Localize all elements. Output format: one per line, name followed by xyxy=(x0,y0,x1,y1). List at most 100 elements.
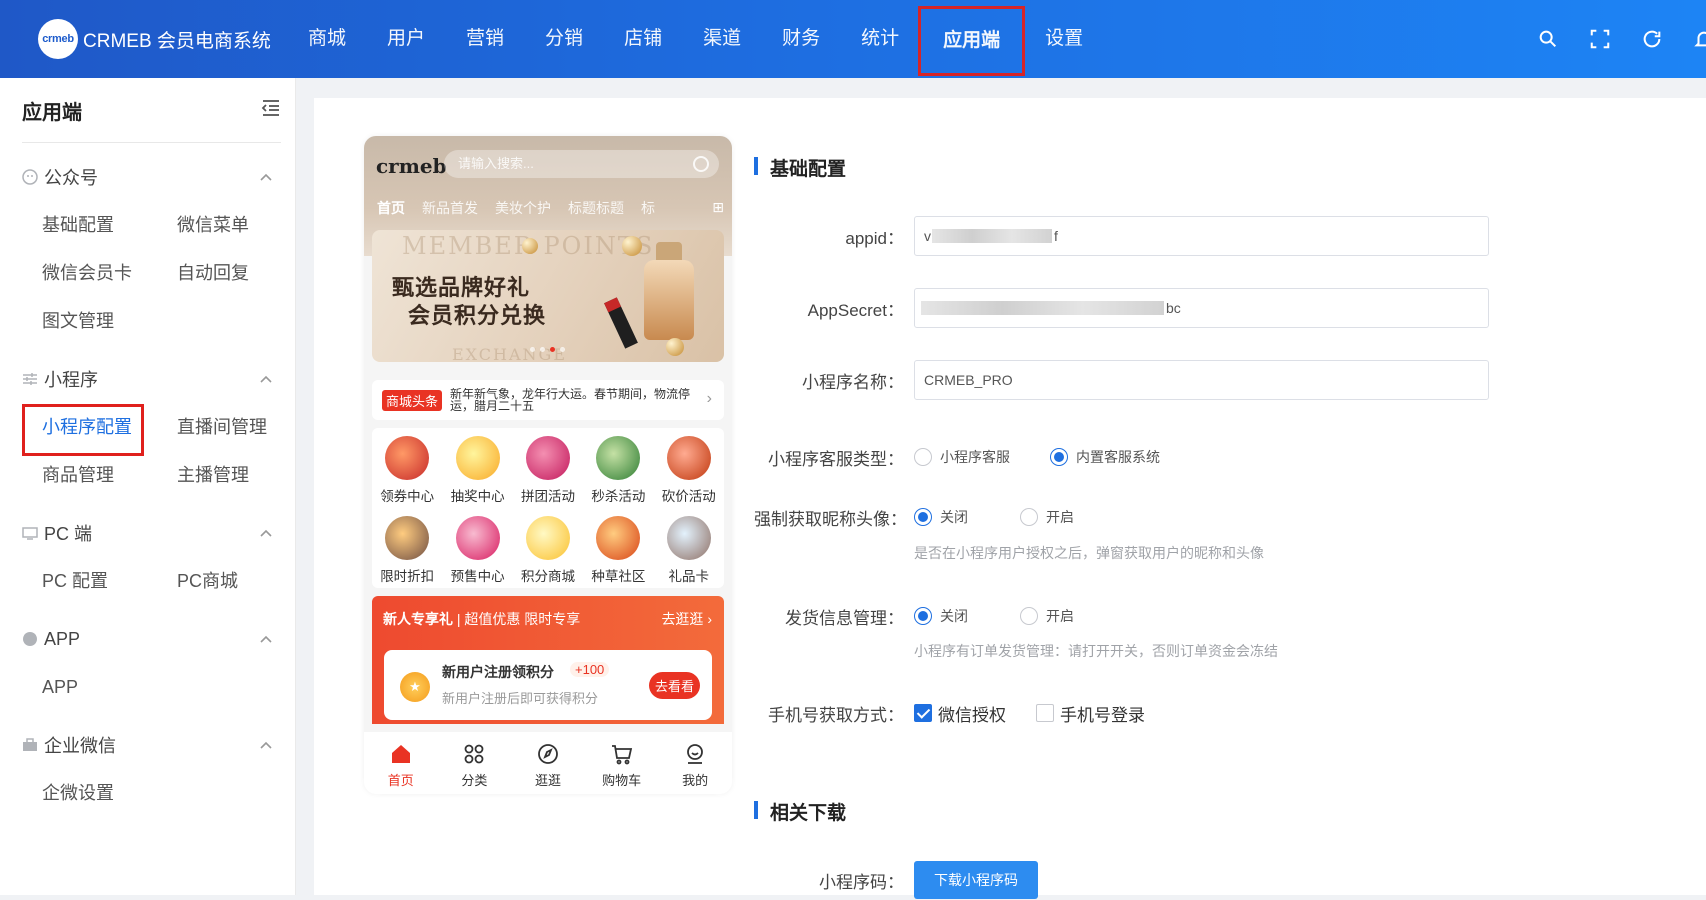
chevron-right-icon: › xyxy=(706,390,712,407)
sidebar-item-member-card[interactable]: 微信会员卡 xyxy=(42,249,177,297)
nav-shop[interactable]: 商城 xyxy=(308,0,346,78)
logo-badge: crmeb xyxy=(38,19,78,59)
sidebar-item-articles[interactable]: 图文管理 xyxy=(42,297,177,345)
chevron-up-icon[interactable] xyxy=(259,369,273,390)
top-toolbar xyxy=(1508,0,1706,78)
grid-item-presale[interactable]: 预售中心 xyxy=(442,508,512,588)
fullscreen-icon[interactable] xyxy=(1588,27,1612,51)
sidebar-group-label: APP xyxy=(44,628,81,649)
grid-item-lottery[interactable]: 抽奖中心 xyxy=(442,428,512,508)
sidebar-item-products[interactable]: 商品管理 xyxy=(42,451,177,499)
refresh-icon[interactable] xyxy=(1640,27,1664,51)
tabbar-home[interactable]: 首页 xyxy=(364,732,438,794)
grid-item-label: 拼团活动 xyxy=(520,489,575,504)
preview-search[interactable]: 请输入搜索... xyxy=(444,150,719,178)
grid-item-time-discount[interactable]: 限时折扣 xyxy=(372,508,442,588)
appsecret-input[interactable]: bc xyxy=(914,288,1489,328)
appsecret-row: AppSecret： bc xyxy=(754,288,1694,328)
chevron-up-icon[interactable] xyxy=(259,735,273,756)
mp-code-row: 小程序码： 下载小程序码 xyxy=(754,860,1694,900)
sidebar-group-head[interactable]: 小程序 xyxy=(0,355,295,403)
radio-builtin-service[interactable]: 内置客服系统 xyxy=(1050,447,1160,467)
app-logo[interactable]: crmeb CRMEB 会员电商系统 xyxy=(38,19,298,59)
nav-finance[interactable]: 财务 xyxy=(782,0,820,78)
radio-label: 关闭 xyxy=(940,608,968,624)
grid-item-flash-sale[interactable]: 秒杀活动 xyxy=(583,428,653,508)
tabbar-explore[interactable]: 逛逛 xyxy=(511,732,585,794)
mp-name-label: 小程序名称： xyxy=(802,372,904,392)
news-tag: 商城头条 xyxy=(382,389,443,411)
checkbox-phone-login[interactable]: 手机号登录 xyxy=(1036,701,1145,726)
nav-marketing[interactable]: 营销 xyxy=(466,0,504,78)
meat-icon xyxy=(525,436,570,480)
download-code-button[interactable]: 下载小程序码 xyxy=(914,861,1038,899)
sidebar-item-pc-config[interactable]: PC 配置 xyxy=(42,557,177,605)
promo-more-link[interactable]: 去逛逛 › xyxy=(661,609,712,629)
sidebar-group-label: PC 端 xyxy=(44,524,93,544)
sidebar-item-mini-program-config[interactable]: 小程序配置 xyxy=(22,403,177,456)
sidebar-item-anchors[interactable]: 主播管理 xyxy=(177,451,312,499)
sidebar-item-auto-reply[interactable]: 自动回复 xyxy=(177,249,312,297)
radio-mp-service[interactable]: 小程序客服 xyxy=(914,447,1010,467)
grid-item-label: 礼品卡 xyxy=(668,569,710,584)
sidebar-item-app[interactable]: APP xyxy=(42,663,177,711)
search-icon[interactable] xyxy=(1536,27,1560,51)
radio-avatar-on[interactable]: 开启 xyxy=(1020,507,1074,527)
chicken-icon xyxy=(666,436,711,480)
nav-application[interactable]: 应用端 xyxy=(918,6,1026,76)
sidebar-item-basic-config[interactable]: 基础配置 xyxy=(42,201,177,249)
sidebar-group-head[interactable]: 公众号 xyxy=(0,153,295,201)
sidebar-item-wecom-settings[interactable]: 企微设置 xyxy=(42,769,177,817)
tabbar-cart[interactable]: 购物车 xyxy=(585,732,659,794)
tabbar-category[interactable]: 分类 xyxy=(438,732,512,794)
grid-item-label: 领券中心 xyxy=(380,489,435,504)
force-avatar-label: 强制获取昵称头像： xyxy=(754,509,907,529)
grid-item-community[interactable]: 种草社区 xyxy=(583,508,653,588)
checkbox-label: 微信授权 xyxy=(938,705,1006,725)
preview-banner[interactable]: MEMBER POINTS 甄选品牌好礼 会员积分兑换 EXCHANGE xyxy=(372,230,724,362)
nav-users[interactable]: 用户 xyxy=(387,0,425,78)
sidebar-item-wechat-menu[interactable]: 微信菜单 xyxy=(177,201,312,249)
nav-stores[interactable]: 店铺 xyxy=(624,0,662,78)
grid-item-points-mall[interactable]: 积分商城 xyxy=(513,508,583,588)
bell-icon[interactable] xyxy=(1692,27,1706,51)
sidebar-group-head[interactable]: 企业微信 xyxy=(0,721,295,769)
masked-value xyxy=(932,229,1052,243)
gold-ball-decoration xyxy=(622,236,642,256)
appid-input[interactable]: v f xyxy=(914,216,1489,256)
radio-label: 关闭 xyxy=(940,509,968,525)
preview-tab[interactable]: 标 xyxy=(641,198,655,218)
grid-item-group-buy[interactable]: 拼团活动 xyxy=(513,428,583,508)
promo-card-button[interactable]: 去看看 xyxy=(648,672,700,699)
grid-item-bargain[interactable]: 砍价活动 xyxy=(654,428,724,508)
preview-tab[interactable]: 美妆个护 xyxy=(495,198,551,218)
radio-avatar-off[interactable]: 关闭 xyxy=(914,507,968,527)
radio-shipping-on[interactable]: 开启 xyxy=(1020,606,1074,626)
chevron-up-icon[interactable] xyxy=(259,629,273,650)
grid-item-gift-card[interactable]: 礼品卡 xyxy=(654,508,724,588)
nav-distribution[interactable]: 分销 xyxy=(545,0,583,78)
chevron-up-icon[interactable] xyxy=(259,523,273,544)
chevron-up-icon[interactable] xyxy=(259,167,273,188)
grid-menu-icon[interactable]: ⊞ xyxy=(712,199,724,216)
preview-tab[interactable]: 标题标题 xyxy=(568,198,624,218)
grid-item-coupons[interactable]: 领券中心 xyxy=(372,428,442,508)
sidebar-item-pc-mall[interactable]: PC商城 xyxy=(177,557,312,605)
tabbar-profile[interactable]: 我的 xyxy=(658,732,732,794)
nav-channels[interactable]: 渠道 xyxy=(703,0,741,78)
preview-tabbar: 首页 分类 逛逛 购物车 我的 xyxy=(364,732,732,794)
radio-shipping-off[interactable]: 关闭 xyxy=(914,606,968,626)
nav-statistics[interactable]: 统计 xyxy=(861,0,899,78)
preview-tab[interactable]: 首页 xyxy=(377,198,405,218)
collapse-menu-icon[interactable] xyxy=(261,99,281,122)
shipping-label: 发货信息管理： xyxy=(785,608,904,628)
sidebar-group-head[interactable]: APP xyxy=(0,615,295,663)
preview-tab[interactable]: 新品首发 xyxy=(422,198,478,218)
nav-settings[interactable]: 设置 xyxy=(1045,0,1083,78)
checkbox-wechat-auth[interactable]: 微信授权 xyxy=(914,701,1006,726)
sidebar-item-live-rooms[interactable]: 直播间管理 xyxy=(177,403,312,451)
mp-code-label: 小程序码： xyxy=(819,872,904,892)
sidebar-group-head[interactable]: PC 端 xyxy=(0,509,295,557)
news-ticker[interactable]: 商城头条 新年新气象，龙年行大运。春节期间，物流停运，腊月二十五 › xyxy=(372,380,724,420)
mp-name-input[interactable]: CRMEB_PRO xyxy=(914,360,1489,400)
